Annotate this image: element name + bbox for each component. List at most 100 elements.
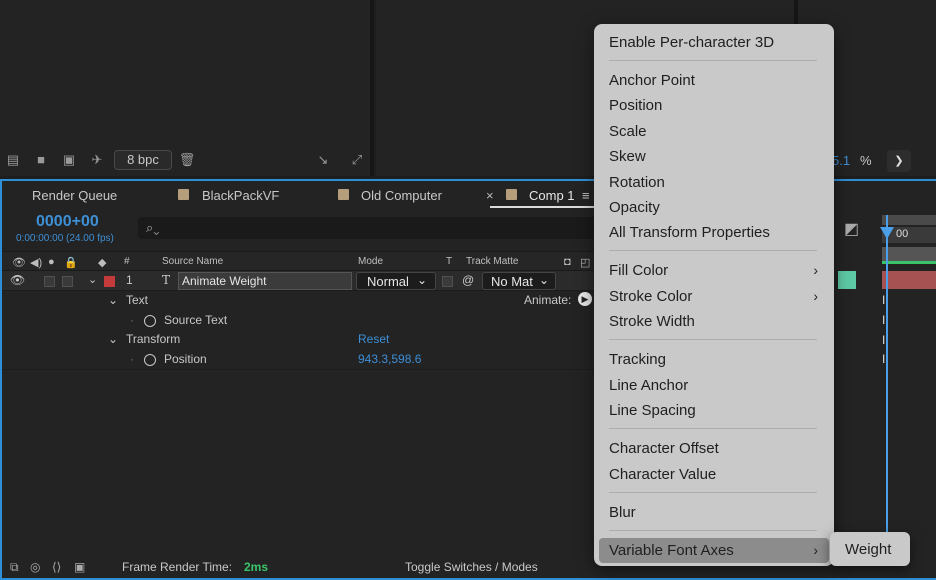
reset-link[interactable]: Reset bbox=[358, 332, 389, 346]
eye-icon[interactable]: 👁 bbox=[12, 256, 26, 269]
menu-item-stroke-color[interactable]: Stroke Color bbox=[609, 288, 692, 305]
chevron-down-icon: ⌄ bbox=[417, 273, 428, 287]
menu-item-anchor-point[interactable]: Anchor Point bbox=[609, 72, 695, 89]
chevron-right-icon: › bbox=[813, 542, 818, 558]
menu-item-line-anchor[interactable]: Line Anchor bbox=[609, 377, 688, 394]
column-mode[interactable]: Mode bbox=[358, 256, 383, 267]
menu-item-tracking[interactable]: Tracking bbox=[609, 351, 666, 368]
position-value[interactable]: 943.3,598.6 bbox=[358, 352, 421, 366]
tab-comp-1[interactable]: Comp 1 bbox=[529, 188, 575, 203]
audio-toggle[interactable] bbox=[44, 276, 55, 287]
keyframe-marker[interactable]: I bbox=[882, 293, 885, 307]
project-toolbar: ▤ ■ ▣ ✈ 🗑 ↘ ⤢ bbox=[0, 146, 370, 174]
layer-switches-icon[interactable]: ◎ bbox=[30, 560, 40, 574]
column-source-name[interactable]: Source Name bbox=[162, 256, 223, 267]
active-tab-indicator bbox=[490, 206, 598, 208]
flowchart-icon[interactable]: ↘ bbox=[314, 153, 332, 167]
layer-search-input[interactable]: ⌕⌄ bbox=[138, 217, 598, 239]
stopwatch-icon[interactable] bbox=[144, 315, 156, 327]
render-time-label: Frame Render Time: bbox=[122, 560, 233, 574]
bullet: · bbox=[130, 313, 134, 327]
zoom-value[interactable]: 5.1 bbox=[832, 153, 850, 168]
audio-icon[interactable]: ◀) bbox=[30, 256, 42, 269]
lock-icon[interactable]: 🔒 bbox=[64, 256, 78, 269]
work-area-bar[interactable] bbox=[882, 215, 936, 225]
visibility-eye-icon[interactable]: 👁 bbox=[10, 273, 25, 287]
zoom-dropdown-button[interactable]: ❯ bbox=[887, 150, 911, 172]
bit-depth-button[interactable]: 8 bpc bbox=[114, 150, 172, 170]
keyframe-marker[interactable]: I bbox=[882, 352, 885, 366]
preserve-transparency-toggle[interactable] bbox=[442, 276, 453, 287]
column-number: # bbox=[124, 256, 130, 267]
tab-blackpackvf[interactable]: BlackPackVF bbox=[202, 188, 279, 203]
comp-color-swatch bbox=[506, 189, 517, 200]
matte-link-icon[interactable]: @ bbox=[462, 273, 474, 287]
keyframe-marker[interactable]: I bbox=[882, 333, 885, 347]
menu-item-all-transform-properties[interactable]: All Transform Properties bbox=[609, 224, 770, 241]
render-icon[interactable]: ✈ bbox=[88, 153, 106, 167]
new-composition-icon[interactable]: ▣ bbox=[60, 153, 78, 167]
solo-icon[interactable]: ● bbox=[48, 256, 55, 268]
layer-index: 1 bbox=[126, 273, 133, 287]
transform-group-row[interactable]: ⌄ Transform Reset bbox=[2, 330, 602, 350]
position-row[interactable]: · Position 943.3,598.6 bbox=[2, 350, 602, 370]
menu-item-opacity[interactable]: Opacity bbox=[609, 199, 660, 216]
menu-item-character-offset[interactable]: Character Offset bbox=[609, 440, 719, 457]
menu-item-fill-color[interactable]: Fill Color bbox=[609, 262, 668, 279]
menu-item-skew[interactable]: Skew bbox=[609, 148, 646, 165]
menu-item-character-value[interactable]: Character Value bbox=[609, 466, 716, 483]
track-matte-dropdown[interactable]: No Mat ⌄ bbox=[482, 272, 556, 290]
blend-mode-dropdown[interactable]: Normal ⌄ bbox=[356, 272, 436, 290]
comp-color-swatch bbox=[338, 189, 349, 200]
layer-duration-bar[interactable] bbox=[838, 271, 856, 289]
menu-item-blur[interactable]: Blur bbox=[609, 504, 636, 521]
menu-item-line-spacing[interactable]: Line Spacing bbox=[609, 402, 696, 419]
tab-old-computer[interactable]: Old Computer bbox=[361, 188, 442, 203]
timeline-graph-area[interactable]: 00 I I I I bbox=[838, 209, 936, 555]
layer-row[interactable]: 👁 ⌄ 1 T Animate Weight Normal ⌄ @ No Mat… bbox=[2, 271, 602, 291]
animate-play-icon[interactable]: ▶ bbox=[578, 292, 592, 306]
playhead-line[interactable] bbox=[886, 215, 888, 555]
submenu-item-weight[interactable]: Weight bbox=[845, 541, 891, 558]
menu-item-stroke-width[interactable]: Stroke Width bbox=[609, 313, 695, 330]
current-time-display[interactable]: 0000+00 bbox=[36, 213, 99, 231]
comp-flowchart-icon[interactable]: ⧉ bbox=[10, 560, 19, 575]
variable-font-axes-submenu: Weight bbox=[830, 532, 910, 566]
new-folder-icon[interactable]: ■ bbox=[32, 153, 50, 167]
menu-separator bbox=[609, 428, 817, 429]
layer-name-field[interactable]: Animate Weight bbox=[178, 272, 352, 290]
menu-item-position[interactable]: Position bbox=[609, 97, 662, 114]
render-time-icon[interactable]: ▣ bbox=[74, 560, 85, 574]
menu-item-rotation[interactable]: Rotation bbox=[609, 174, 665, 191]
label-tag-icon[interactable]: ◆ bbox=[98, 256, 106, 269]
interpret-footage-icon[interactable]: ▤ bbox=[4, 153, 22, 167]
column-track-matte[interactable]: Track Matte bbox=[466, 256, 518, 267]
keyframe-marker[interactable]: I bbox=[882, 313, 885, 327]
menu-item-scale[interactable]: Scale bbox=[609, 123, 647, 140]
chevron-down-icon[interactable]: ⌄ bbox=[108, 332, 118, 346]
layer-duration-bar[interactable] bbox=[882, 271, 936, 289]
menu-item-enable-per-character-3d[interactable]: Enable Per-character 3D bbox=[609, 34, 774, 51]
panel-divider[interactable] bbox=[370, 0, 374, 176]
transfer-controls-icon[interactable]: ⟨⟩ bbox=[52, 560, 61, 574]
toggle-switches-modes[interactable]: Toggle Switches / Modes bbox=[405, 560, 538, 574]
menu-separator bbox=[609, 339, 817, 340]
menu-item-variable-font-axes[interactable]: Variable Font Axes bbox=[609, 542, 734, 559]
chevron-right-icon: › bbox=[813, 262, 818, 278]
column-t: T bbox=[446, 256, 453, 267]
trash-icon[interactable]: 🗑 bbox=[178, 153, 196, 167]
text-group-row[interactable]: ⌄ Text Animate: ▶ bbox=[2, 291, 602, 311]
expand-icon[interactable]: ⤢ bbox=[348, 153, 366, 167]
chevron-down-icon[interactable]: ⌄ bbox=[88, 273, 97, 286]
tab-render-queue[interactable]: Render Queue bbox=[32, 188, 117, 203]
layer-label-color[interactable] bbox=[104, 276, 115, 287]
stopwatch-icon[interactable] bbox=[144, 354, 156, 366]
solo-toggle[interactable] bbox=[62, 276, 73, 287]
source-text-row[interactable]: · Source Text bbox=[2, 311, 602, 331]
menu-separator bbox=[609, 530, 817, 531]
panel-menu-icon[interactable]: ≡ bbox=[582, 188, 590, 203]
chevron-down-icon[interactable]: ⌄ bbox=[108, 293, 118, 307]
menu-separator bbox=[609, 492, 817, 493]
close-tab-icon[interactable]: × bbox=[486, 188, 494, 203]
transform-group-label: Transform bbox=[126, 332, 181, 346]
